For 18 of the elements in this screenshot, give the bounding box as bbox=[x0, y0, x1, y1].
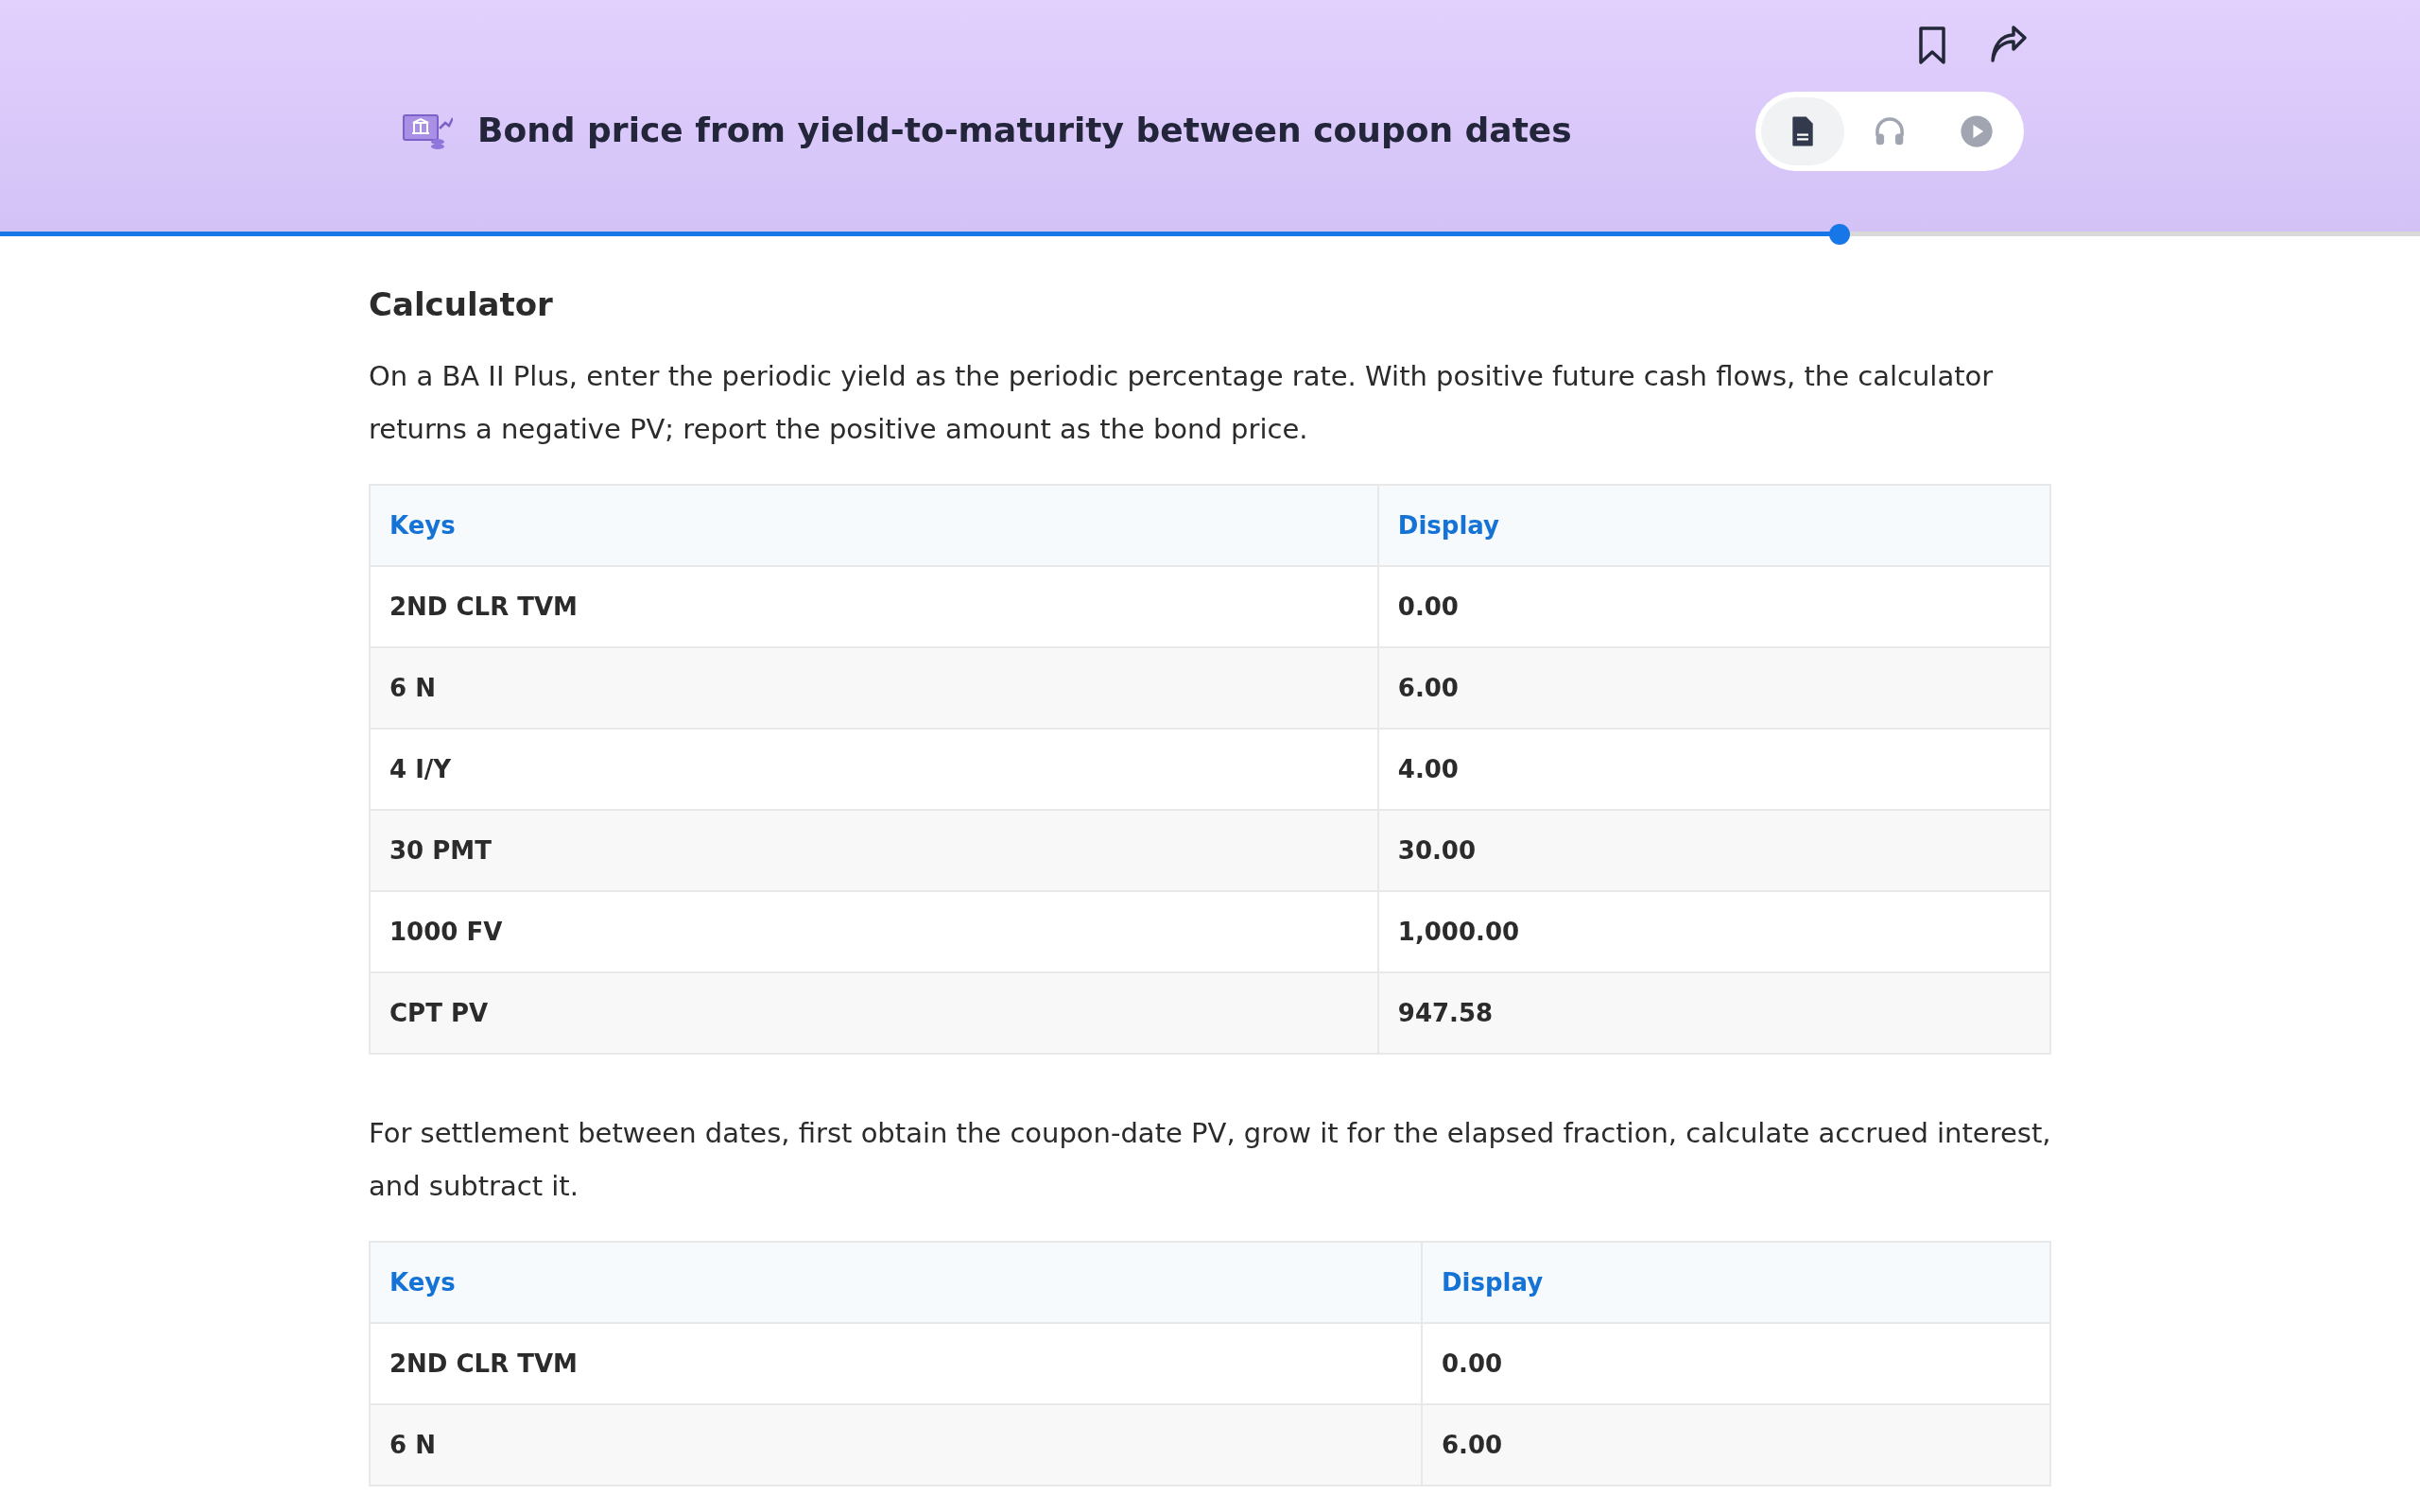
table-cell: 6.00 bbox=[1422, 1404, 2050, 1486]
paragraph: For settlement between dates, first obtain the coupon-date PV, grow it for the elapsed fraction, calculate accrued interest, and subtract it. bbox=[369, 1116, 2051, 1204]
table-cell: 6.00 bbox=[1377, 647, 2050, 729]
column-header: Display bbox=[1422, 1242, 2050, 1323]
table-cell: 6 N bbox=[370, 1404, 1422, 1486]
section-heading: Calculator bbox=[369, 285, 554, 323]
view-mode-tab[interactable] bbox=[1761, 97, 1844, 165]
column-header: Display bbox=[1377, 485, 2050, 566]
paragraph: On a BA II Plus, enter the periodic yield as the periodic percentage rate. With positive future cash flows, the calculator returns a negative PV; report the positive amount as the bond price. bbox=[369, 359, 1995, 447]
table-cell: 30.00 bbox=[1377, 810, 2050, 891]
table-cell: 6 N bbox=[370, 647, 1378, 729]
table-cell: 30 PMT bbox=[370, 810, 1378, 891]
column-header: Keys bbox=[370, 1242, 1422, 1323]
table-cell: 947.58 bbox=[1377, 972, 2050, 1054]
table-cell: CPT PV bbox=[370, 972, 1378, 1054]
play-icon bbox=[1959, 113, 1995, 149]
page-title: Bond price from yield-to-maturity between coupon dates bbox=[477, 111, 1572, 149]
column-header: Keys bbox=[370, 485, 1378, 566]
